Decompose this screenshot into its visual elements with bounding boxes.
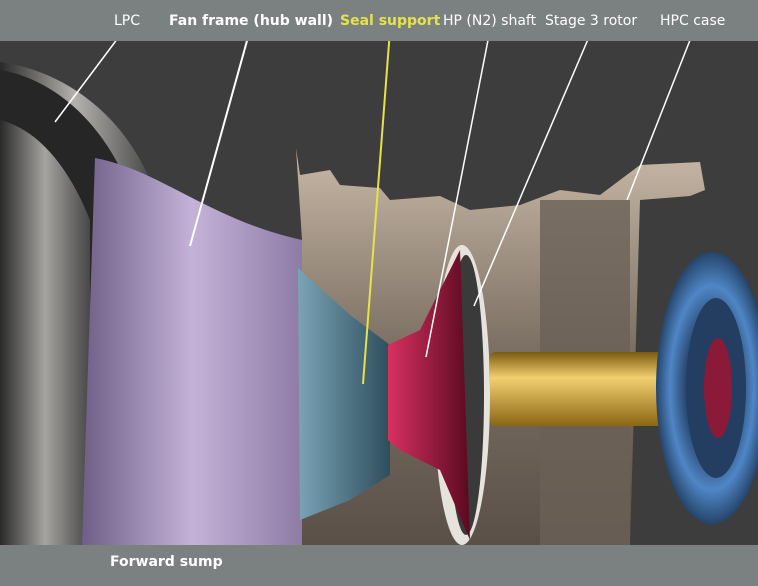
- engine-cutaway-scene: [0, 29, 758, 575]
- stage3-rotor-label: Stage 3 rotor: [545, 13, 638, 29]
- seal-support-label: Seal support: [340, 13, 441, 29]
- lpc-label: LPC: [114, 13, 141, 29]
- fan-frame-component: [82, 158, 302, 545]
- hpc-case-label: HPC case: [660, 13, 726, 29]
- forward-sump-label: Forward sump: [110, 554, 223, 570]
- hp-shaft-label: HP (N2) shaft: [443, 13, 537, 29]
- hpc-ring-component: [656, 252, 758, 524]
- fan-frame-label: Fan frame (hub wall): [169, 13, 334, 29]
